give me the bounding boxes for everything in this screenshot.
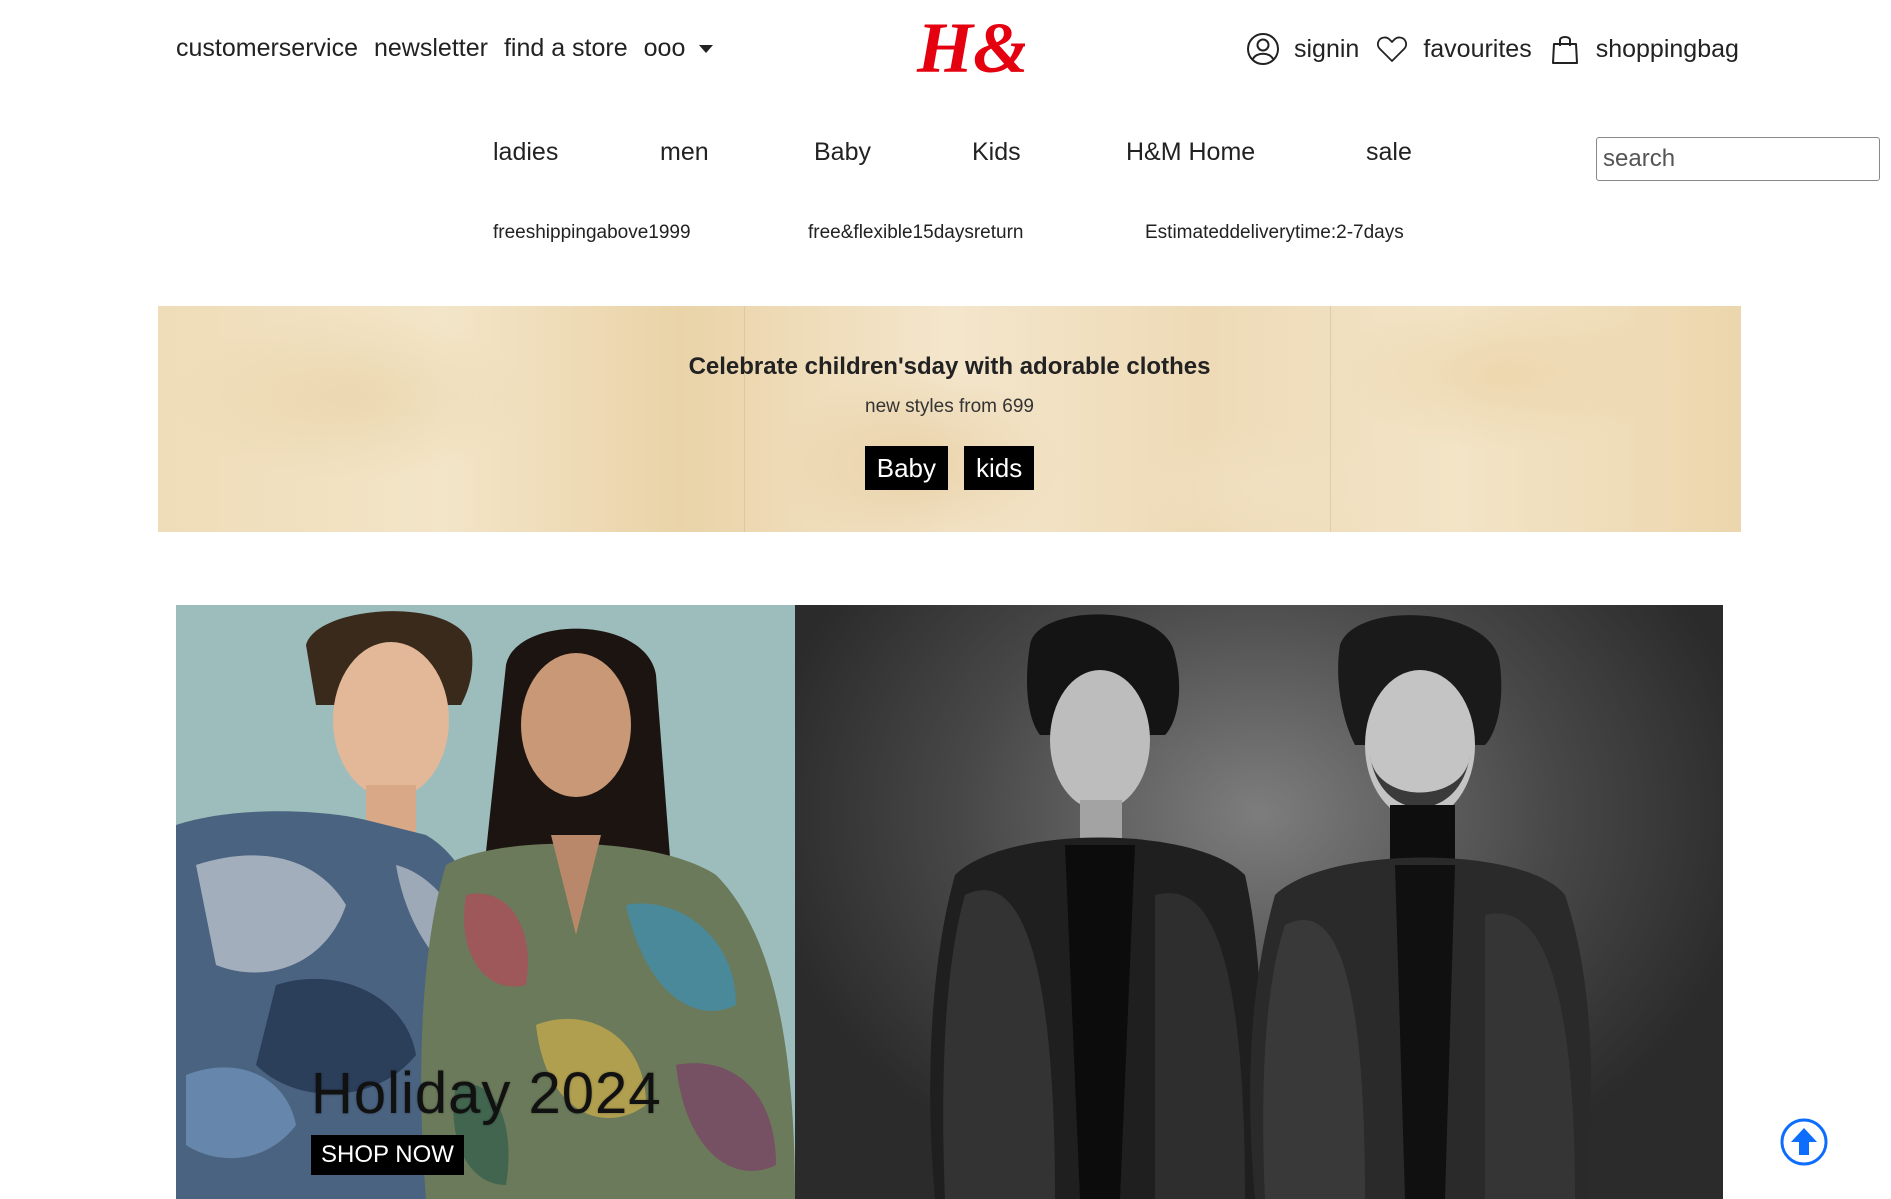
banner-seam (744, 306, 745, 532)
signin-label: signin (1294, 34, 1360, 63)
menswear-photo (930, 614, 1591, 1199)
shopping-bag-icon (1551, 36, 1578, 64)
info-returns: free&flexible15daysreturn (808, 222, 1024, 243)
promo-banner: Celebrate children'sday with adorable cl… (158, 306, 1741, 532)
more-dropdown[interactable]: ooo (644, 34, 714, 63)
chevron-down-icon (699, 44, 714, 53)
signin-button[interactable]: signin (1246, 32, 1359, 66)
user-circle-icon (1247, 33, 1279, 65)
nav-kids[interactable]: Kids (972, 138, 1021, 167)
promo-kids-button[interactable]: kids (964, 446, 1035, 490)
utility-links: customerservice newsletter find a store … (176, 34, 714, 63)
favourites-button[interactable]: favourites (1375, 32, 1532, 66)
nav-sale[interactable]: sale (1366, 138, 1412, 167)
account-links: signin favourites shoppingbag (1246, 32, 1739, 66)
shoppingbag-button[interactable]: shoppingbag (1548, 32, 1739, 66)
promo-subtitle: new styles from 699 (865, 396, 1034, 417)
find-store-link[interactable]: find a store (504, 34, 628, 63)
promo-baby-button[interactable]: Baby (864, 446, 948, 490)
page: customerservice newsletter find a store … (0, 0, 1891, 1199)
logo-text: H&M (916, 10, 1025, 88)
hm-logo[interactable]: H&M (915, 10, 1025, 90)
heart-icon (1377, 36, 1408, 62)
promo-title: Celebrate children'sday with adorable cl… (688, 353, 1211, 380)
favourites-label: favourites (1423, 34, 1532, 63)
scroll-to-top-icon[interactable] (1779, 1117, 1829, 1167)
hero-image-left[interactable]: Holiday 2024 SHOP NOW (176, 605, 795, 1199)
banner-seam (1330, 306, 1331, 532)
promo-buttons: Baby kids (158, 446, 1741, 490)
hero-title: Holiday 2024 (311, 1061, 662, 1126)
search-input[interactable] (1596, 137, 1880, 181)
more-label: ooo (643, 34, 686, 62)
info-free-shipping: freeshippingabove1999 (493, 222, 691, 243)
nav-baby[interactable]: Baby (814, 138, 871, 167)
customer-service-link[interactable]: customerservice (176, 34, 358, 63)
nav-ladies[interactable]: ladies (493, 138, 558, 167)
nav-men[interactable]: men (660, 138, 709, 167)
newsletter-link[interactable]: newsletter (374, 34, 488, 63)
shoppingbag-label: shoppingbag (1595, 34, 1739, 63)
nav-hm-home[interactable]: H&M Home (1126, 138, 1255, 167)
info-delivery-time: Estimateddeliverytime:2-7days (1145, 222, 1404, 243)
top-bar: customerservice newsletter find a store … (0, 0, 1891, 105)
shop-now-button[interactable]: SHOP NOW (311, 1135, 464, 1175)
hero-image-right[interactable] (795, 605, 1723, 1199)
